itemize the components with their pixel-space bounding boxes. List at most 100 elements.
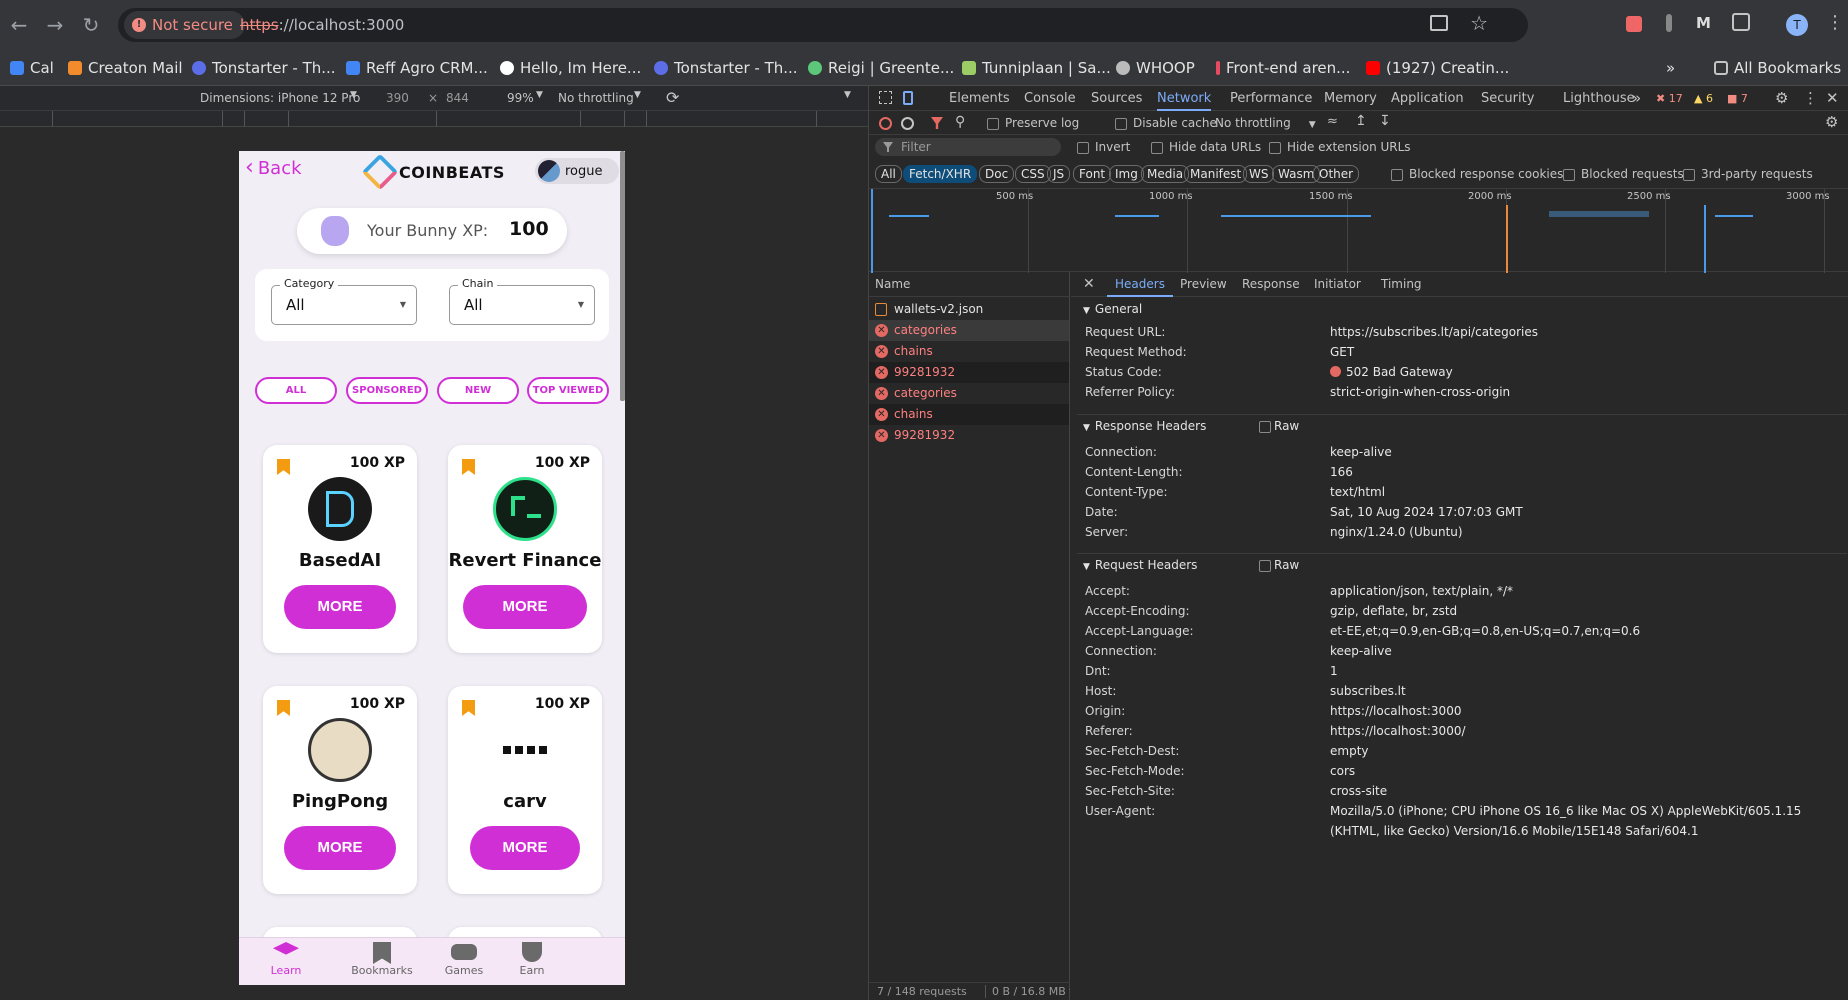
tab-preview[interactable]: Preview bbox=[1180, 272, 1227, 297]
gear-icon[interactable]: ⚙ bbox=[1825, 113, 1838, 131]
type-ws-chip[interactable]: WS bbox=[1243, 165, 1275, 183]
request-row[interactable]: ✕ chains bbox=[869, 341, 1069, 362]
tab-response[interactable]: Response bbox=[1242, 272, 1300, 297]
all-bookmarks[interactable]: All Bookmarks bbox=[1714, 58, 1841, 78]
issue-count-badge[interactable]: ■ 7 bbox=[1727, 92, 1748, 105]
bookmark-item[interactable]: Reff Agro CRM... bbox=[346, 58, 488, 78]
bookmark-icon[interactable] bbox=[462, 700, 475, 716]
search-icon[interactable]: ⚲ bbox=[955, 114, 965, 130]
type-css-chip[interactable]: CSS bbox=[1015, 165, 1051, 183]
invert-checkbox[interactable]: Invert bbox=[1077, 140, 1130, 154]
extension-icon[interactable]: M bbox=[1696, 14, 1711, 32]
extension-icon[interactable] bbox=[1626, 16, 1642, 32]
back-arrow-icon[interactable]: ← bbox=[6, 12, 32, 38]
tab-initiator[interactable]: Initiator bbox=[1314, 272, 1361, 297]
menu-dots-icon[interactable]: ⋮ bbox=[1826, 12, 1844, 33]
tab-application[interactable]: Application bbox=[1391, 86, 1464, 111]
tab-network[interactable]: Network bbox=[1157, 86, 1212, 111]
chain-select[interactable]: Chain All ▼ bbox=[449, 277, 595, 325]
rotate-icon[interactable]: ⟳ bbox=[666, 88, 679, 107]
request-headers-section-header[interactable]: ▼ Request Headers Raw bbox=[1077, 553, 1847, 575]
type-font-chip[interactable]: Font bbox=[1073, 165, 1112, 183]
user-chip[interactable]: rogue bbox=[535, 158, 619, 184]
more-button[interactable]: MORE bbox=[284, 585, 396, 629]
bookmark-item[interactable]: Creaton Mail bbox=[68, 58, 183, 78]
response-headers-section-header[interactable]: ▼ Response Headers Raw bbox=[1077, 414, 1847, 436]
type-all-chip[interactable]: All bbox=[875, 165, 902, 183]
close-detail-icon[interactable]: ✕ bbox=[1083, 276, 1095, 292]
type-fetch-xhr-chip[interactable]: Fetch/XHR bbox=[903, 165, 978, 183]
bookmark-item[interactable]: Tonstarter - Th... bbox=[192, 58, 336, 78]
course-card[interactable]: 100 XP BasedAI MORE bbox=[263, 445, 417, 653]
name-column-header[interactable]: Name bbox=[869, 272, 1070, 297]
menu-dots-icon[interactable]: ⋮ bbox=[1803, 89, 1818, 107]
brand-logo[interactable]: COINBEATS bbox=[361, 153, 505, 191]
bookmark-icon[interactable] bbox=[462, 459, 475, 475]
tab-elements[interactable]: Elements bbox=[949, 86, 1010, 111]
clear-icon[interactable] bbox=[901, 117, 914, 130]
bookmark-icon[interactable] bbox=[277, 459, 290, 475]
device-select[interactable]: Dimensions: iPhone 12 Pro bbox=[200, 91, 360, 105]
more-button[interactable]: MORE bbox=[284, 826, 396, 870]
blocked-cookies-checkbox[interactable]: Blocked response cookies bbox=[1391, 167, 1563, 181]
preserve-log-checkbox[interactable]: Preserve log bbox=[987, 116, 1079, 130]
throttling-select[interactable]: No throttling ▼ bbox=[1215, 116, 1316, 130]
category-select[interactable]: Category All ▼ bbox=[271, 277, 417, 325]
bookmark-item[interactable]: WHOOP bbox=[1116, 58, 1195, 78]
course-card[interactable]: 100 XP PingPong MORE bbox=[263, 686, 417, 894]
back-button[interactable]: ‹ Back bbox=[245, 157, 302, 179]
request-row[interactable]: wallets-v2.json bbox=[869, 299, 1069, 320]
more-bookmarks-icon[interactable]: » bbox=[1666, 58, 1675, 78]
tab-security[interactable]: Security bbox=[1481, 86, 1534, 111]
bookmark-item[interactable]: Tunniplaan | Sa... bbox=[962, 58, 1111, 78]
upload-icon[interactable]: ↥ bbox=[1355, 113, 1367, 129]
filter-all-button[interactable]: ALL bbox=[255, 377, 337, 404]
close-icon[interactable]: ✕ bbox=[1826, 89, 1839, 107]
tab-console[interactable]: Console bbox=[1024, 86, 1076, 111]
request-row[interactable]: ✕ chains bbox=[869, 404, 1069, 425]
tab-lighthouse[interactable]: Lighthouse bbox=[1563, 86, 1635, 111]
filter-top-viewed-button[interactable]: TOP VIEWED bbox=[527, 377, 609, 404]
hide-data-urls-checkbox[interactable]: Hide data URLs bbox=[1151, 140, 1261, 154]
zoom-select[interactable]: 99% bbox=[507, 91, 534, 105]
course-card[interactable]: 100 XP carv MORE bbox=[448, 686, 602, 894]
bookmark-item[interactable]: Front-end aren... bbox=[1216, 58, 1350, 78]
type-media-chip[interactable]: Media bbox=[1141, 165, 1190, 183]
filter-sponsored-button[interactable]: SPONSORED bbox=[346, 377, 428, 404]
bookmark-item[interactable]: Tonstarter - Th... bbox=[654, 58, 798, 78]
bookmark-item[interactable]: (1927) Creatin... bbox=[1366, 58, 1509, 78]
request-row[interactable]: ✕ categories bbox=[869, 320, 1069, 341]
filter-input[interactable]: Filter bbox=[875, 138, 1061, 156]
filter-new-button[interactable]: NEW bbox=[437, 377, 519, 404]
download-icon[interactable]: ↧ bbox=[1379, 113, 1391, 129]
profile-avatar[interactable]: T bbox=[1786, 14, 1808, 36]
reload-icon[interactable]: ↻ bbox=[78, 12, 104, 38]
type-js-chip[interactable]: JS bbox=[1047, 165, 1071, 183]
forward-arrow-icon[interactable]: → bbox=[42, 12, 68, 38]
raw-checkbox[interactable]: Raw bbox=[1259, 415, 1299, 437]
blocked-requests-checkbox[interactable]: Blocked requests bbox=[1563, 167, 1684, 181]
record-icon[interactable] bbox=[879, 117, 892, 130]
error-count-badge[interactable]: ✖ 17 bbox=[1656, 92, 1683, 105]
request-row[interactable]: ✕ categories bbox=[869, 383, 1069, 404]
type-other-chip[interactable]: Other bbox=[1313, 165, 1360, 183]
tab-timing[interactable]: Timing bbox=[1381, 272, 1422, 297]
general-section-header[interactable]: ▼ General bbox=[1077, 298, 1847, 320]
nav-earn[interactable]: Earn bbox=[501, 942, 563, 977]
tab-memory[interactable]: Memory bbox=[1324, 86, 1377, 111]
url-text[interactable]: https://localhost:3000 bbox=[240, 8, 404, 42]
extension-icon[interactable] bbox=[1666, 14, 1672, 32]
tab-headers[interactable]: Headers bbox=[1107, 272, 1173, 297]
type-manifest-chip[interactable]: Manifest bbox=[1184, 165, 1248, 183]
nav-games[interactable]: Games bbox=[433, 942, 495, 977]
inspect-element-icon[interactable] bbox=[879, 91, 892, 104]
request-row[interactable]: ✕ 99281932 bbox=[869, 362, 1069, 383]
height-input[interactable]: 844 bbox=[446, 91, 469, 105]
bookmark-item[interactable]: Cal bbox=[10, 58, 54, 78]
filter-funnel-icon[interactable] bbox=[931, 117, 943, 129]
more-tabs-icon[interactable]: » bbox=[1632, 86, 1641, 111]
bookmark-item[interactable]: Hello, Im Here... bbox=[500, 58, 641, 78]
address-bar[interactable]: ! Not secure https://localhost:3000 ☆ bbox=[118, 8, 1528, 42]
star-icon[interactable]: ☆ bbox=[1470, 11, 1488, 35]
install-app-icon[interactable] bbox=[1430, 15, 1448, 31]
